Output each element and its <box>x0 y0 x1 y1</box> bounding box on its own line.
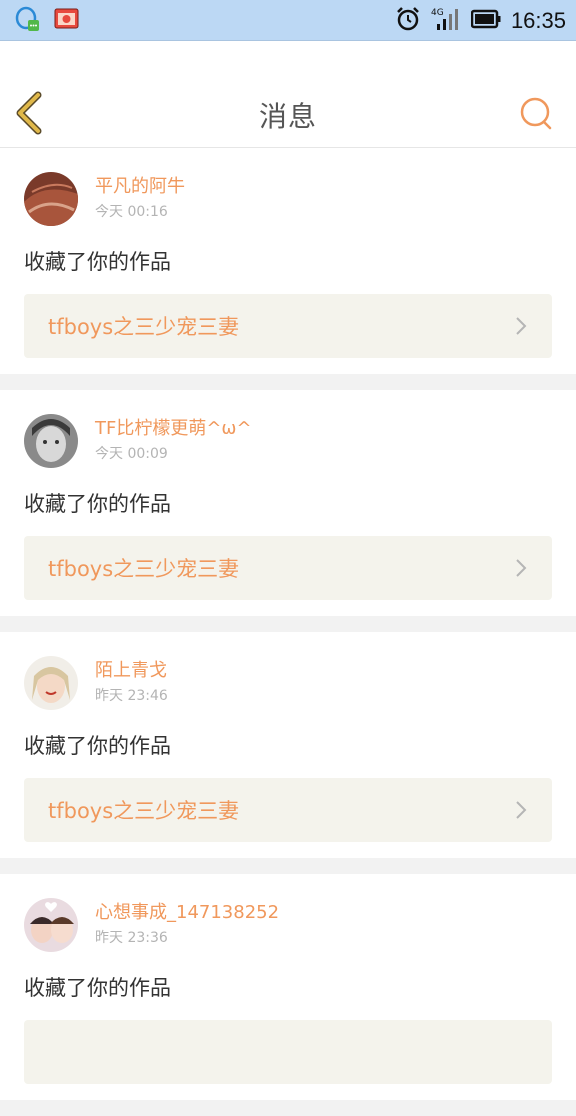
notification-icons <box>14 6 80 38</box>
timestamp: 今天 00:09 <box>95 446 168 462</box>
action-text: 收藏了你的作品 <box>24 734 171 758</box>
work-link[interactable]: tfboys之三少宠三妻 <box>24 778 552 842</box>
signal-icon: 4G <box>431 6 461 36</box>
message-card: 陌上青戈 昨天 23:46 收藏了你的作品 tfboys之三少宠三妻 <box>0 632 576 858</box>
avatar[interactable] <box>24 414 78 468</box>
message-card: 平凡的阿牛 今天 00:16 收藏了你的作品 tfboys之三少宠三妻 <box>0 148 576 374</box>
search-icon <box>520 97 552 130</box>
username[interactable]: TF比柠檬更萌^ω^ <box>95 417 252 441</box>
system-status: 4G 16:35 <box>395 6 566 36</box>
action-text: 收藏了你的作品 <box>24 250 171 274</box>
username[interactable]: 陌上青戈 <box>95 659 168 683</box>
message-list: 平凡的阿牛 今天 00:16 收藏了你的作品 tfboys之三少宠三妻 TF比柠… <box>0 148 576 1116</box>
action-text: 收藏了你的作品 <box>24 976 171 1000</box>
qq-notification-icon <box>14 6 40 38</box>
username[interactable]: 心想事成_147138252 <box>95 901 279 925</box>
action-text: 收藏了你的作品 <box>24 492 171 516</box>
avatar[interactable] <box>24 172 78 226</box>
work-title: tfboys之三少宠三妻 <box>48 799 240 823</box>
work-link[interactable]: tfboys之三少宠三妻 <box>24 536 552 600</box>
timestamp: 昨天 23:36 <box>95 930 168 946</box>
chevron-right-icon <box>516 317 527 335</box>
username[interactable]: 平凡的阿牛 <box>95 175 185 199</box>
avatar[interactable] <box>24 656 78 710</box>
work-link[interactable]: tfboys之三少宠三妻 <box>24 294 552 358</box>
chevron-right-icon <box>516 801 527 819</box>
avatar[interactable] <box>24 898 78 952</box>
timestamp: 今天 00:16 <box>95 204 168 220</box>
timestamp: 昨天 23:46 <box>95 688 168 704</box>
work-title: tfboys之三少宠三妻 <box>48 557 240 581</box>
message-header: 心想事成_147138252 昨天 23:36 <box>24 898 552 956</box>
work-title: tfboys之三少宠三妻 <box>48 315 240 339</box>
work-link[interactable] <box>24 1020 552 1084</box>
message-card: 心想事成_147138252 昨天 23:36 收藏了你的作品 <box>0 874 576 1100</box>
battery-icon <box>470 9 501 33</box>
network-type: 4G <box>431 8 444 18</box>
message-header: TF比柠檬更萌^ω^ 今天 00:09 <box>24 414 552 472</box>
message-header: 平凡的阿牛 今天 00:16 <box>24 172 552 230</box>
message-header: 陌上青戈 昨天 23:46 <box>24 656 552 714</box>
search-button[interactable] <box>518 95 556 133</box>
header: 消息 <box>0 41 576 148</box>
chevron-right-icon <box>516 559 527 577</box>
clock: 16:35 <box>510 8 566 33</box>
message-card: TF比柠檬更萌^ω^ 今天 00:09 收藏了你的作品 tfboys之三少宠三妻 <box>0 390 576 616</box>
page-title: 消息 <box>258 100 317 133</box>
app-notification-icon <box>54 6 80 38</box>
status-bar: 4G 16:35 <box>0 0 576 41</box>
alarm-icon <box>395 6 421 36</box>
